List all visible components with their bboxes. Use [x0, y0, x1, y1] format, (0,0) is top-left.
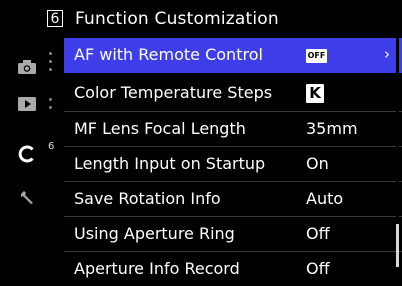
- menu-item-value: 35mm: [306, 119, 358, 138]
- menu-item-value: On: [306, 154, 329, 173]
- menu-item-label: Color Temperature Steps: [74, 83, 273, 102]
- menu-item-value: Auto: [306, 189, 344, 208]
- menu-item-save-rotation-info[interactable]: Save Rotation Info Auto: [64, 181, 402, 216]
- menu-item-using-aperture-ring[interactable]: Using Aperture Ring Off: [64, 216, 402, 251]
- menu-item-label: Aperture Info Record: [74, 259, 240, 278]
- off-badge-icon: OFF: [306, 49, 327, 63]
- menu-item-length-input-on-startup[interactable]: Length Input on Startup On: [64, 146, 402, 181]
- menu-item-af-remote-control[interactable]: AF with Remote Control OFF ›: [64, 38, 402, 73]
- camera-tab-dots: [49, 52, 52, 76]
- menu-item-aperture-info-record[interactable]: Aperture Info Record Off: [64, 251, 402, 286]
- menu-item-label: Using Aperture Ring: [74, 224, 235, 243]
- menu-item-label: Length Input on Startup: [74, 154, 266, 173]
- menu-item-value: Off: [306, 259, 330, 278]
- scrollbar-thumb[interactable]: [396, 224, 399, 267]
- active-page-indicator: 6: [48, 141, 55, 152]
- menu-item-label: MF Lens Focal Length: [74, 119, 246, 138]
- menu-item-label: AF with Remote Control: [74, 45, 263, 64]
- menu-tab-sidebar: 6: [0, 38, 64, 267]
- playback-tab-dots: [49, 98, 52, 114]
- custom-c-icon[interactable]: [16, 143, 38, 165]
- submenu-chevron-icon: ›: [384, 45, 390, 63]
- camera-icon[interactable]: [16, 56, 38, 78]
- menu-item-label: Save Rotation Info: [74, 189, 221, 208]
- menu-header: 6 Function Customization: [0, 0, 402, 38]
- menu-item-value: Off: [306, 224, 330, 243]
- menu-item-color-temperature-steps[interactable]: Color Temperature Steps K: [64, 76, 402, 111]
- kelvin-badge-icon: K: [306, 84, 324, 103]
- menu-item-mf-lens-focal-length[interactable]: MF Lens Focal Length 35mm: [64, 111, 402, 146]
- page-title: Function Customization: [75, 9, 279, 29]
- wrench-icon[interactable]: [16, 186, 38, 208]
- page-number-badge: 6: [47, 10, 63, 27]
- playback-icon[interactable]: [16, 93, 38, 115]
